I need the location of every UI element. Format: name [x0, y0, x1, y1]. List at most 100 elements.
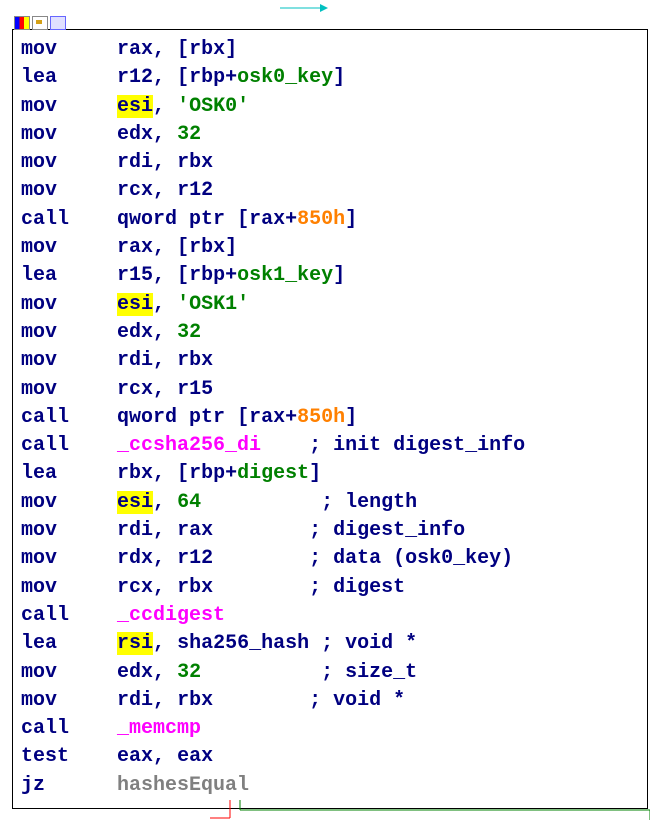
punct: ,	[153, 661, 177, 684]
mnemonic: lea	[21, 66, 57, 89]
pad	[69, 604, 117, 627]
asm-line[interactable]: mov esi, 64 ; length	[21, 489, 639, 517]
pad	[57, 151, 117, 174]
mnemonic: lea	[21, 264, 57, 287]
pad	[57, 264, 117, 287]
reg: r12	[117, 66, 153, 89]
pad	[69, 717, 117, 740]
punct: ,	[153, 491, 177, 514]
punct: ]	[309, 462, 321, 485]
asm-line[interactable]: call _ccsha256_di ; init digest_info	[21, 432, 639, 460]
punct: ,	[153, 745, 177, 768]
asm-line[interactable]: mov esi, 'OSK1'	[21, 291, 639, 319]
asm-line[interactable]: jz hashesEqual	[21, 772, 639, 800]
comment: ; digest	[213, 576, 405, 599]
reg: rbx	[189, 38, 225, 61]
reg: rdi	[117, 349, 153, 372]
asm-line[interactable]: call qword ptr [rax+850h]	[21, 206, 639, 234]
edit-icon[interactable]	[32, 16, 48, 30]
pad	[57, 293, 117, 316]
asm-line[interactable]: call _memcmp	[21, 715, 639, 743]
pad	[57, 38, 117, 61]
pad	[69, 745, 117, 768]
label: hashesEqual	[117, 774, 249, 797]
asm-line[interactable]: mov edx, 32	[21, 121, 639, 149]
asm-line[interactable]: mov rdi, rbx	[21, 149, 639, 177]
mnemonic: call	[21, 717, 69, 740]
asm-line[interactable]: mov edx, 32 ; size_t	[21, 659, 639, 687]
reg: rbx	[189, 236, 225, 259]
punct: +	[285, 406, 297, 429]
asm-line[interactable]: mov rdx, r12 ; data (osk0_key)	[21, 545, 639, 573]
func-call: _ccsha256_di	[117, 434, 261, 457]
comment: ; void *	[309, 632, 417, 655]
reg: eax	[177, 745, 213, 768]
color-table-icon[interactable]	[14, 16, 30, 30]
punct: ]	[225, 38, 237, 61]
reg: sha256_hash	[177, 632, 309, 655]
mnemonic: mov	[21, 576, 57, 599]
disassembly-block[interactable]: mov rax, [rbx]lea r12, [rbp+osk0_key]mov…	[12, 29, 648, 809]
asm-line[interactable]: mov edx, 32	[21, 319, 639, 347]
punct: ,	[153, 632, 177, 655]
mnemonic: mov	[21, 293, 57, 316]
asm-line[interactable]: lea rsi, sha256_hash ; void *	[21, 630, 639, 658]
asm-line[interactable]: call _ccdigest	[21, 602, 639, 630]
mnemonic: call	[21, 434, 69, 457]
hex-offset: 850h	[297, 406, 345, 429]
comment: ; size_t	[201, 661, 417, 684]
asm-line[interactable]: mov rdi, rbx ; void *	[21, 687, 639, 715]
asm-line[interactable]: mov rdi, rax ; digest_info	[21, 517, 639, 545]
mnemonic: lea	[21, 462, 57, 485]
punct: ,	[153, 547, 177, 570]
mnemonic: mov	[21, 151, 57, 174]
pad	[69, 434, 117, 457]
punct: ]	[225, 236, 237, 259]
pad	[45, 774, 117, 797]
func-call: _ccdigest	[117, 604, 225, 627]
punct: ]	[345, 406, 357, 429]
asm-line[interactable]: mov rcx, r15	[21, 376, 639, 404]
asm-line[interactable]: lea r15, [rbp+osk1_key]	[21, 262, 639, 290]
punct: ,	[153, 321, 177, 344]
asm-line[interactable]: call qword ptr [rax+850h]	[21, 404, 639, 432]
reg-hl: rsi	[117, 632, 153, 655]
pad	[57, 462, 117, 485]
number: 32	[177, 123, 201, 146]
mnemonic: call	[21, 208, 69, 231]
graph-icon[interactable]	[50, 16, 66, 30]
asm-line[interactable]: lea r12, [rbp+osk0_key]	[21, 64, 639, 92]
asm-line[interactable]: mov rcx, rbx ; digest	[21, 574, 639, 602]
reg-hl: esi	[117, 95, 153, 118]
block-toolbar	[14, 16, 66, 30]
reg: qword ptr	[117, 208, 237, 231]
asm-line[interactable]: mov rax, [rbx]	[21, 36, 639, 64]
asm-line[interactable]: mov rdi, rbx	[21, 347, 639, 375]
reg: rax	[177, 519, 213, 542]
reg-hl: esi	[117, 293, 153, 316]
mnemonic: lea	[21, 632, 57, 655]
punct: ,	[153, 576, 177, 599]
pad	[69, 208, 117, 231]
asm-line[interactable]: mov rax, [rbx]	[21, 234, 639, 262]
punct: [	[237, 208, 249, 231]
reg: rax	[249, 208, 285, 231]
symbol: digest	[237, 462, 309, 485]
mnemonic: mov	[21, 689, 57, 712]
asm-line[interactable]: test eax, eax	[21, 743, 639, 771]
pad	[57, 632, 117, 655]
mnemonic: mov	[21, 236, 57, 259]
asm-line[interactable]: mov rcx, r12	[21, 177, 639, 205]
reg: r15	[117, 264, 153, 287]
reg: rbp	[189, 462, 225, 485]
mnemonic: mov	[21, 95, 57, 118]
pad	[57, 321, 117, 344]
punct: +	[225, 66, 237, 89]
punct: +	[225, 264, 237, 287]
comment: ; init digest_info	[261, 434, 525, 457]
asm-line[interactable]: lea rbx, [rbp+digest]	[21, 460, 639, 488]
reg: r15	[177, 378, 213, 401]
asm-line[interactable]: mov esi, 'OSK0'	[21, 93, 639, 121]
number: 64	[177, 491, 201, 514]
punct: , [	[153, 264, 189, 287]
